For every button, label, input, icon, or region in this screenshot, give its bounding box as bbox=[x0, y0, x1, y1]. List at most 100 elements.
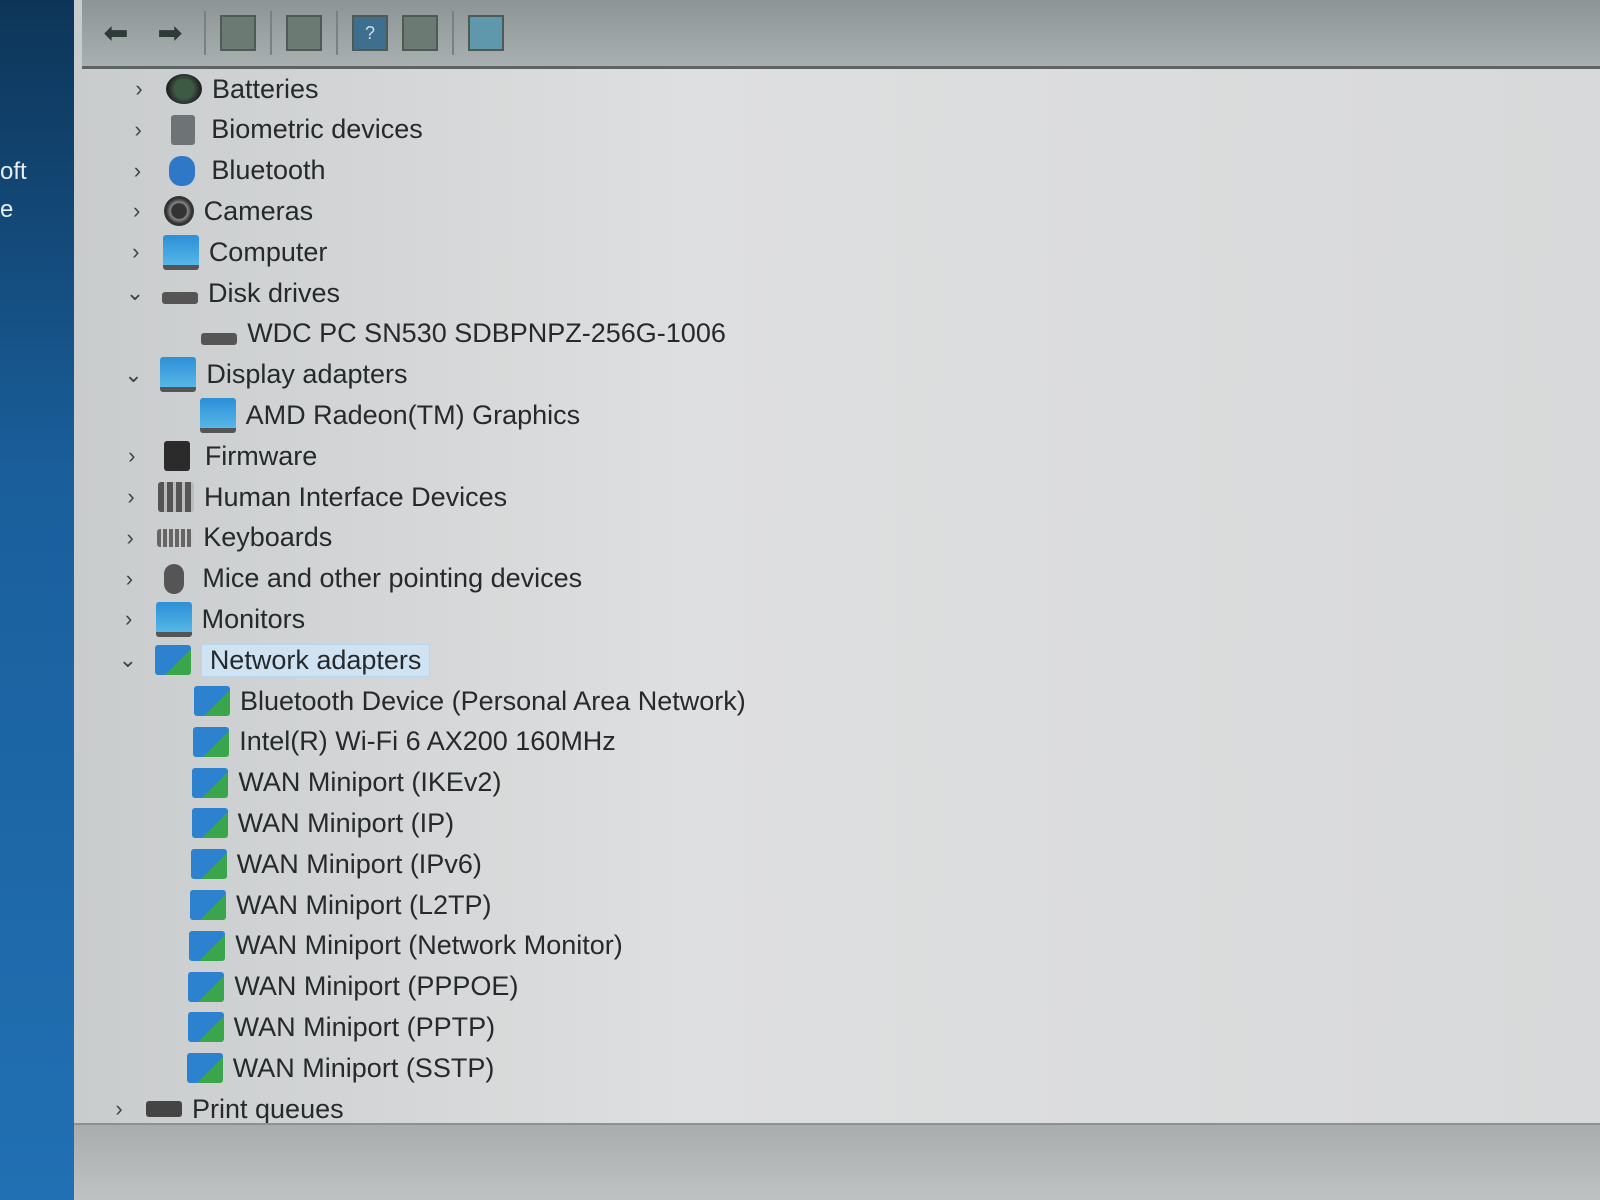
tree-category-item[interactable]: › Monitors bbox=[114, 600, 306, 638]
tree-item-label: Disk drives bbox=[208, 277, 341, 308]
tree-device-item[interactable]: WAN Miniport (IP) bbox=[191, 804, 455, 842]
computer-icon bbox=[162, 234, 199, 270]
network-adapter-icon bbox=[192, 767, 229, 798]
tree-device-item[interactable]: WAN Miniport (Network Monitor) bbox=[189, 927, 623, 965]
toolbar-separator bbox=[336, 11, 338, 55]
bluetooth-icon bbox=[169, 155, 196, 186]
tree-item-label: WAN Miniport (Network Monitor) bbox=[235, 930, 623, 961]
tree-item-label: WAN Miniport (IP) bbox=[237, 807, 455, 838]
chevron-down-icon[interactable]: ⌄ bbox=[113, 647, 143, 673]
tree-category-item[interactable]: › Computer bbox=[121, 233, 327, 271]
device-manager-window: ⬅ ➡? › Batteries › Biometric devices › Bluetoo… bbox=[74, 0, 1600, 1200]
tree-category-item[interactable]: › Mice and other pointing devices bbox=[114, 560, 582, 598]
tree-item-label: Cameras bbox=[203, 195, 314, 226]
desktop-background: oft e bbox=[0, 0, 82, 1200]
chevron-right-icon[interactable]: › bbox=[104, 1096, 134, 1122]
network-adapter-icon bbox=[193, 726, 230, 757]
printer-icon bbox=[146, 1101, 182, 1117]
tree-item-label: Biometric devices bbox=[211, 114, 423, 145]
camera-icon bbox=[163, 196, 194, 227]
toolbar-separator bbox=[270, 11, 272, 55]
tree-category-item[interactable]: › Human Interface Devices bbox=[116, 478, 507, 516]
arrow-right-icon: ➡ bbox=[157, 16, 183, 50]
tree-item-label: WAN Miniport (IKEv2) bbox=[238, 767, 502, 798]
mouse-icon bbox=[164, 563, 185, 594]
tree-category-item[interactable]: › Batteries bbox=[124, 70, 319, 108]
tree-item-label: WAN Miniport (SSTP) bbox=[232, 1052, 495, 1083]
status-bar bbox=[74, 1123, 1600, 1200]
biometric-icon bbox=[171, 114, 196, 145]
tree-device-item[interactable]: WDC PC SN530 SDBPNPZ-256G-1006 bbox=[201, 315, 726, 353]
tree-device-item[interactable]: WAN Miniport (L2TP) bbox=[190, 886, 492, 924]
chevron-right-icon[interactable]: › bbox=[117, 443, 147, 469]
display-adapter-icon bbox=[199, 397, 236, 433]
chevron-right-icon[interactable]: › bbox=[115, 525, 145, 551]
show-hide-console-tree-button[interactable] bbox=[220, 15, 256, 51]
tree-item-label: Batteries bbox=[212, 73, 319, 104]
tree-category-item[interactable]: › Firmware bbox=[117, 437, 317, 475]
tree-category-item[interactable]: ⌄ Display adapters bbox=[118, 356, 408, 394]
chevron-down-icon[interactable]: ⌄ bbox=[118, 362, 148, 388]
forward-button[interactable]: ➡ bbox=[150, 13, 190, 53]
arrow-left-icon: ⬅ bbox=[103, 16, 129, 50]
network-adapter-icon bbox=[189, 930, 226, 961]
firmware-icon bbox=[163, 441, 190, 472]
desktop-icon-label[interactable]: oft bbox=[0, 158, 27, 186]
battery-icon bbox=[166, 74, 202, 104]
tree-device-item[interactable]: Bluetooth Device (Personal Area Network) bbox=[194, 682, 746, 720]
tree-category-item[interactable]: › Cameras bbox=[122, 192, 314, 230]
chevron-down-icon[interactable]: ⌄ bbox=[120, 280, 150, 306]
tree-item-label: Network adapters bbox=[200, 643, 431, 677]
chevron-right-icon[interactable]: › bbox=[124, 76, 154, 102]
tree-item-label: Bluetooth Device (Personal Area Network) bbox=[240, 685, 746, 716]
tree-item-label: Intel(R) Wi-Fi 6 AX200 160MHz bbox=[239, 726, 616, 757]
tree-device-item[interactable]: WAN Miniport (PPTP) bbox=[187, 1008, 496, 1046]
toolbar: ⬅ ➡? bbox=[82, 0, 1600, 69]
disk-drive-icon bbox=[201, 332, 238, 345]
chevron-right-icon[interactable]: › bbox=[114, 566, 144, 592]
tree-item-label: WAN Miniport (PPTP) bbox=[233, 1011, 496, 1042]
tree-item-label: WAN Miniport (PPPOE) bbox=[234, 971, 519, 1002]
scan-hardware-button[interactable] bbox=[468, 15, 504, 51]
chevron-right-icon[interactable]: › bbox=[114, 606, 144, 632]
desktop-icon-label[interactable]: e bbox=[0, 196, 13, 224]
network-adapter-icon bbox=[190, 890, 226, 920]
hid-icon bbox=[158, 482, 194, 512]
chevron-right-icon[interactable]: › bbox=[123, 117, 153, 143]
help-button[interactable]: ? bbox=[352, 15, 388, 51]
tree-item-label: WAN Miniport (L2TP) bbox=[236, 889, 492, 920]
tree-category-item[interactable]: › Bluetooth bbox=[122, 152, 326, 190]
tree-item-label: WAN Miniport (IPv6) bbox=[236, 848, 482, 879]
tree-item-label: Display adapters bbox=[206, 359, 408, 390]
tree-device-item[interactable]: WAN Miniport (IPv6) bbox=[190, 845, 482, 883]
tree-device-item[interactable]: WAN Miniport (PPPOE) bbox=[188, 968, 518, 1006]
chevron-right-icon[interactable]: › bbox=[121, 239, 151, 265]
tree-category-item[interactable]: › Keyboards bbox=[115, 519, 333, 557]
disk-drive-icon bbox=[162, 292, 198, 304]
network-adapter-icon bbox=[190, 849, 227, 880]
network-adapter-icon bbox=[191, 808, 228, 839]
tree-device-item[interactable]: Intel(R) Wi-Fi 6 AX200 160MHz bbox=[193, 723, 616, 761]
chevron-right-icon[interactable]: › bbox=[122, 158, 152, 184]
tree-device-item[interactable]: WAN Miniport (IKEv2) bbox=[192, 764, 501, 802]
network-adapter-icon bbox=[194, 686, 230, 716]
help-icon: ? bbox=[364, 22, 375, 43]
tree-device-item[interactable]: WAN Miniport (SSTP) bbox=[186, 1049, 495, 1087]
tree-item-label: Keyboards bbox=[203, 522, 333, 553]
tree-item-label: AMD Radeon(TM) Graphics bbox=[245, 399, 581, 430]
chevron-right-icon[interactable]: › bbox=[122, 198, 152, 224]
keyboard-icon bbox=[157, 528, 194, 547]
network-adapter-icon bbox=[188, 971, 225, 1002]
properties-button[interactable] bbox=[286, 15, 322, 51]
monitor-icon bbox=[155, 601, 192, 637]
back-button[interactable]: ⬅ bbox=[96, 13, 136, 53]
tree-category-item[interactable]: ⌄ Network adapters bbox=[113, 641, 431, 679]
tree-device-item[interactable]: AMD Radeon(TM) Graphics bbox=[199, 396, 581, 434]
chevron-right-icon[interactable]: › bbox=[116, 484, 146, 510]
action-pane-button[interactable] bbox=[402, 15, 438, 51]
tree-item-label: Human Interface Devices bbox=[204, 481, 508, 512]
tree-item-label: Monitors bbox=[201, 603, 306, 634]
tree-item-label: Bluetooth bbox=[211, 155, 326, 186]
tree-category-item[interactable]: ⌄ Disk drives bbox=[120, 274, 340, 312]
tree-category-item[interactable]: › Biometric devices bbox=[123, 111, 423, 149]
